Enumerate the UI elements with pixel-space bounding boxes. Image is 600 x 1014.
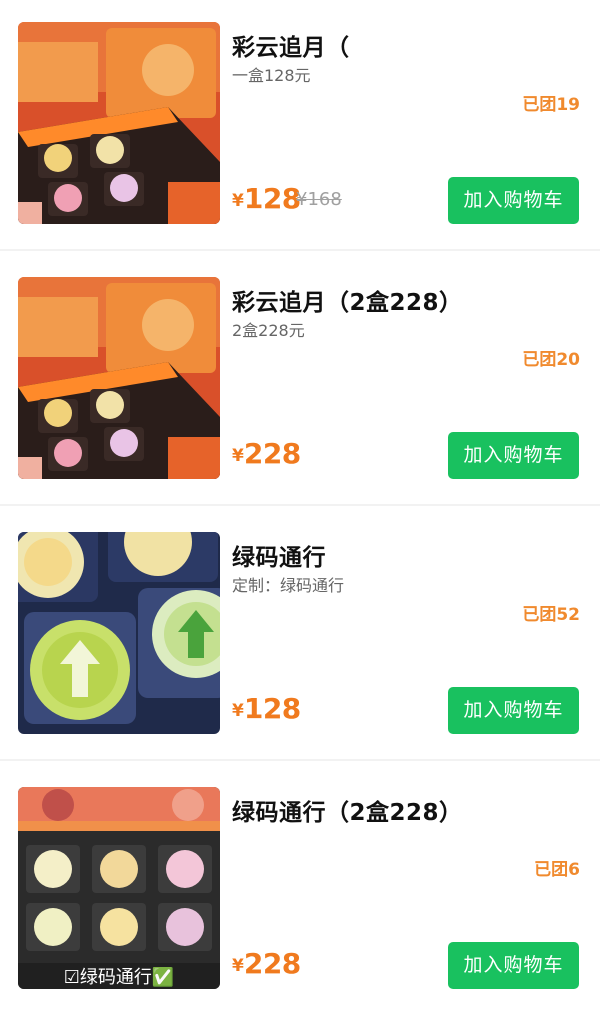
add-to-cart-button[interactable]: 加入购物车	[448, 687, 579, 734]
group-sold-count: 已团52	[522, 605, 580, 625]
product-image[interactable]	[18, 532, 220, 734]
currency-symbol: ¥	[232, 446, 244, 466]
product-card[interactable]: ☑绿码通行✅ 绿码通行（2盒228） 已团6 ¥228 加入购物车	[0, 765, 600, 1014]
product-price: ¥228	[232, 947, 301, 980]
divider	[0, 504, 600, 506]
currency-symbol: ¥	[232, 701, 244, 721]
add-to-cart-button[interactable]: 加入购物车	[448, 942, 579, 989]
product-title[interactable]: 彩云追月（	[232, 28, 350, 62]
product-subtitle: 定制：绿码通行	[232, 576, 345, 595]
currency-symbol: ¥	[232, 191, 244, 211]
divider	[0, 249, 600, 251]
product-list: 彩云追月（ 一盒128元 已团19 ¥128 ¥168 加入购物车 彩云追月（2…	[0, 0, 600, 1014]
product-image[interactable]: ☑绿码通行✅	[18, 787, 220, 989]
product-price: ¥228	[232, 437, 301, 470]
product-price: ¥128	[232, 692, 301, 725]
price-value: 228	[243, 437, 301, 470]
product-card[interactable]: 彩云追月（ 一盒128元 已团19 ¥128 ¥168 加入购物车	[0, 0, 600, 255]
product-image[interactable]	[18, 277, 220, 479]
product-title[interactable]: 彩云追月（2盒228）	[232, 283, 463, 317]
group-sold-count: 已团20	[522, 350, 580, 370]
product-title[interactable]: 绿码通行（2盒228）	[232, 793, 463, 827]
product-card[interactable]: 绿码通行 定制：绿码通行 已团52 ¥128 加入购物车	[0, 510, 600, 765]
add-to-cart-button[interactable]: 加入购物车	[448, 177, 579, 224]
product-price: ¥128	[232, 182, 301, 215]
product-card[interactable]: 彩云追月（2盒228） 2盒228元 已团20 ¥228 加入购物车	[0, 255, 600, 510]
price-value: 228	[243, 947, 301, 980]
price-value: 128	[243, 182, 301, 215]
add-to-cart-button[interactable]: 加入购物车	[448, 432, 579, 479]
product-image[interactable]	[18, 22, 220, 224]
product-title[interactable]: 绿码通行	[232, 538, 326, 572]
group-sold-count: 已团19	[522, 95, 580, 115]
image-caption: ☑绿码通行✅	[64, 966, 175, 988]
product-subtitle: 2盒228元	[232, 321, 305, 340]
currency-symbol: ¥	[232, 956, 244, 976]
product-subtitle: 一盒128元	[232, 66, 311, 85]
divider	[0, 759, 600, 761]
original-price: ¥168	[296, 189, 342, 210]
price-value: 128	[243, 692, 301, 725]
group-sold-count: 已团6	[534, 860, 580, 880]
